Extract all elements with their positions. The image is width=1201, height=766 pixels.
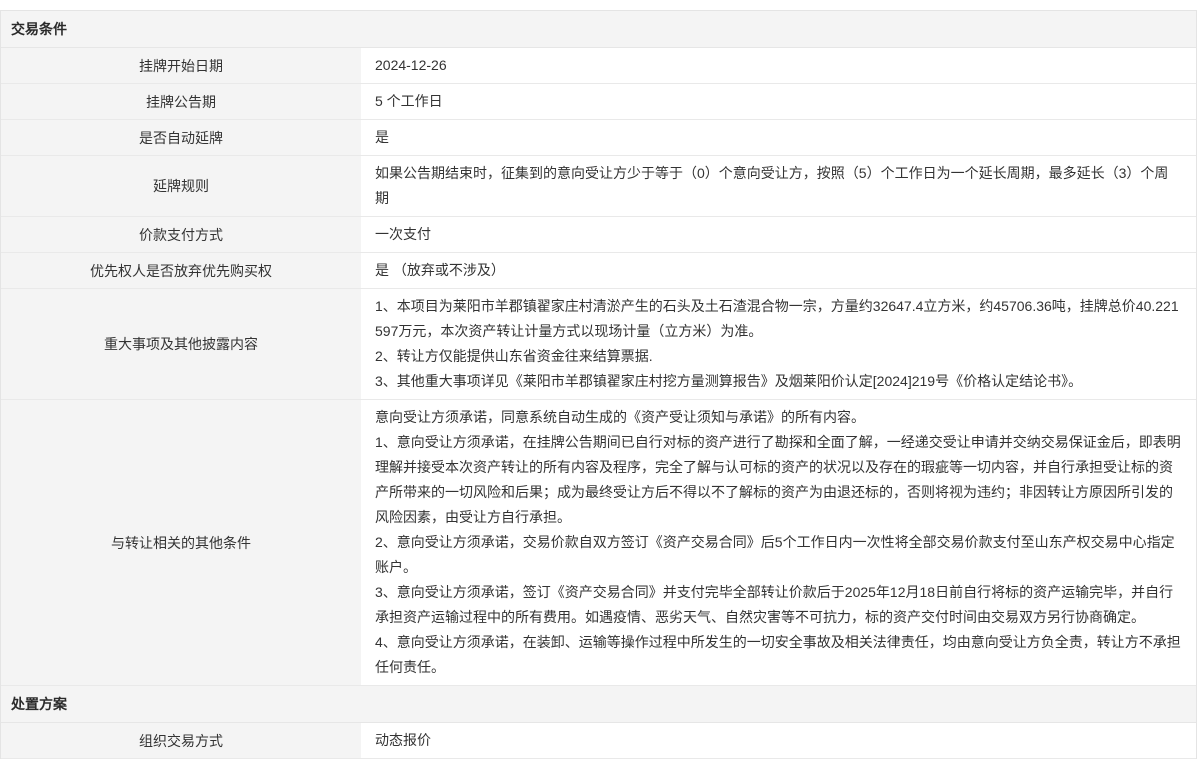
row-label: 与转让相关的其他条件 <box>1 400 361 685</box>
row-label: 挂牌公告期 <box>1 84 361 119</box>
value-text: 一次支付 <box>375 222 1182 247</box>
section-header-disposal-plan: 处置方案 <box>1 686 1196 723</box>
value-text: 是 （放弃或不涉及） <box>375 258 1182 283</box>
value-text: 2024-12-26 <box>375 53 1182 78</box>
row-listing-start-date: 挂牌开始日期 2024-12-26 <box>1 48 1196 84</box>
row-org-trade-method: 组织交易方式 动态报价 <box>1 723 1196 759</box>
value-paragraph: 1、本项目为莱阳市羊郡镇翟家庄村清淤产生的石头及土石渣混合物一宗，方量约3264… <box>375 294 1182 344</box>
row-label: 重大事项及其他披露内容 <box>1 289 361 399</box>
row-value: 一次支付 <box>361 217 1196 252</box>
value-paragraph: 3、其他重大事项详见《莱阳市羊郡镇翟家庄村挖方量测算报告》及烟莱阳价认定[202… <box>375 369 1182 394</box>
row-announcement-period: 挂牌公告期 5 个工作日 <box>1 84 1196 120</box>
asset-listing-detail-page: 交易条件 挂牌开始日期 2024-12-26 挂牌公告期 5 个工作日 是否自动… <box>0 0 1201 766</box>
value-paragraph: 2、转让方仅能提供山东省资金往来结算票据. <box>375 344 1182 369</box>
row-value: 1、本项目为莱阳市羊郡镇翟家庄村清淤产生的石头及土石渣混合物一宗，方量约3264… <box>361 289 1196 399</box>
value-text: 5 个工作日 <box>375 89 1182 114</box>
row-major-matters: 重大事项及其他披露内容 1、本项目为莱阳市羊郡镇翟家庄村清淤产生的石头及土石渣混… <box>1 289 1196 400</box>
row-value: 5 个工作日 <box>361 84 1196 119</box>
value-paragraph: 3、意向受让方须承诺，签订《资产交易合同》并支付完毕全部转让价款后于2025年1… <box>375 580 1182 630</box>
row-other-conditions: 与转让相关的其他条件 意向受让方须承诺，同意系统自动生成的《资产受让须知与承诺》… <box>1 400 1196 686</box>
section-header-trade-conditions: 交易条件 <box>1 11 1196 48</box>
row-auto-extend: 是否自动延牌 是 <box>1 120 1196 156</box>
value-paragraph: 意向受让方须承诺，同意系统自动生成的《资产受让须知与承诺》的所有内容。 <box>375 405 1182 430</box>
value-paragraph: 4、意向受让方须承诺，在装卸、运输等操作过程中所发生的一切安全事故及相关法律责任… <box>375 630 1182 680</box>
row-value: 意向受让方须承诺，同意系统自动生成的《资产受让须知与承诺》的所有内容。 1、意向… <box>361 400 1196 685</box>
row-value: 如果公告期结束时，征集到的意向受让方少于等于（0）个意向受让方，按照（5）个工作… <box>361 156 1196 216</box>
section-title: 交易条件 <box>11 21 67 37</box>
listing-conditions-table: 交易条件 挂牌开始日期 2024-12-26 挂牌公告期 5 个工作日 是否自动… <box>0 10 1197 759</box>
row-label: 是否自动延牌 <box>1 120 361 155</box>
row-label: 挂牌开始日期 <box>1 48 361 83</box>
row-label: 优先权人是否放弃优先购买权 <box>1 253 361 288</box>
value-paragraph: 2、意向受让方须承诺，交易价款自双方签订《资产交易合同》后5个工作日内一次性将全… <box>375 530 1182 580</box>
value-paragraph: 1、意向受让方须承诺，在挂牌公告期间已自行对标的资产进行了勘探和全面了解，一经递… <box>375 430 1182 530</box>
section-title: 处置方案 <box>11 696 67 712</box>
row-label: 延牌规则 <box>1 156 361 216</box>
row-value: 是 <box>361 120 1196 155</box>
row-extend-rule: 延牌规则 如果公告期结束时，征集到的意向受让方少于等于（0）个意向受让方，按照（… <box>1 156 1196 217</box>
value-text: 是 <box>375 125 1182 150</box>
value-text: 如果公告期结束时，征集到的意向受让方少于等于（0）个意向受让方，按照（5）个工作… <box>375 161 1182 211</box>
row-payment-method: 价款支付方式 一次支付 <box>1 217 1196 253</box>
row-priority-waiver: 优先权人是否放弃优先购买权 是 （放弃或不涉及） <box>1 253 1196 289</box>
row-label: 价款支付方式 <box>1 217 361 252</box>
row-value: 2024-12-26 <box>361 48 1196 83</box>
row-value: 是 （放弃或不涉及） <box>361 253 1196 288</box>
